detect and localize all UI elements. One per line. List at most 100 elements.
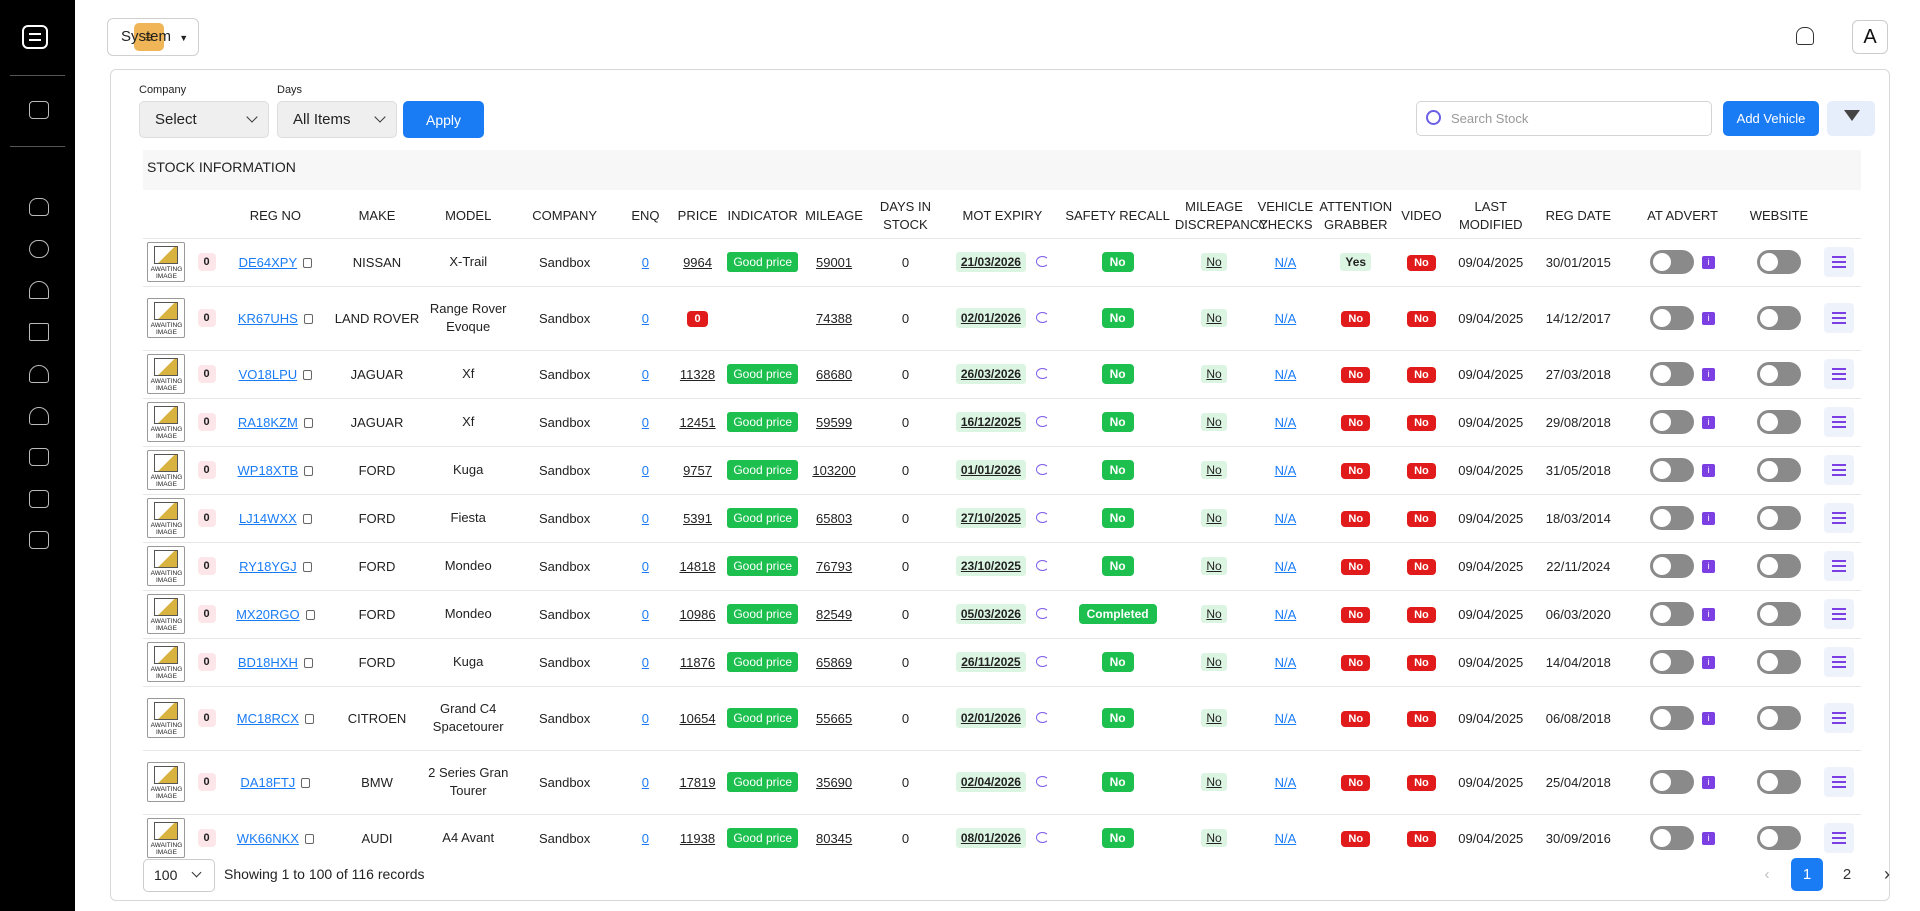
system-select[interactable]: System ▼ (107, 18, 199, 56)
website-toggle[interactable] (1756, 362, 1801, 386)
at-advert-toggle[interactable] (1650, 826, 1695, 850)
enq-link[interactable]: 0 (642, 367, 649, 382)
video-badge[interactable]: No (1407, 366, 1436, 383)
enq-link[interactable]: 0 (642, 655, 649, 670)
reg-link[interactable]: WK66NKX (237, 831, 299, 846)
price[interactable]: 10654 (679, 711, 715, 726)
mileage-discrepancy-badge[interactable]: No (1201, 461, 1227, 479)
awaiting-image[interactable]: AWAITING IMAGE (147, 242, 186, 282)
mot-expiry[interactable]: 26/03/2026 (955, 364, 1026, 384)
price[interactable]: 9964 (683, 255, 712, 270)
at-advert-toggle[interactable] (1650, 506, 1695, 530)
mileage[interactable]: 55665 (816, 711, 852, 726)
refresh-icon[interactable] (1035, 712, 1049, 723)
website-toggle[interactable] (1756, 826, 1801, 850)
enq-link[interactable]: 0 (642, 711, 649, 726)
copy-icon[interactable] (304, 713, 314, 724)
attention-grabber-badge[interactable]: No (1341, 558, 1371, 575)
reg-link[interactable]: RA18KZM (238, 415, 298, 430)
reg-link[interactable]: RY18YGJ (239, 559, 297, 574)
chevron-left-icon[interactable]: ‹ (1751, 858, 1783, 891)
mot-expiry[interactable]: 05/03/2026 (955, 604, 1026, 624)
reg-link[interactable]: WP18XTB (238, 463, 299, 478)
mileage[interactable]: 76793 (816, 559, 852, 574)
refresh-icon[interactable] (1035, 608, 1049, 619)
mileage-discrepancy-badge[interactable]: No (1201, 605, 1227, 623)
mileage[interactable]: 74388 (816, 311, 852, 326)
app-logo-icon[interactable] (22, 25, 48, 49)
chevron-right-icon[interactable]: › (1871, 858, 1903, 891)
dashboard-icon[interactable] (29, 101, 49, 119)
attention-grabber-badge[interactable]: No (1341, 310, 1371, 327)
vehicle-checks-link[interactable]: N/A (1275, 511, 1297, 526)
website-toggle[interactable] (1756, 770, 1801, 794)
row-actions-list-icon[interactable] (1824, 303, 1855, 333)
user-settings-icon[interactable] (29, 365, 49, 383)
users-icon[interactable] (29, 281, 49, 299)
copy-icon[interactable] (304, 833, 314, 844)
price[interactable]: 9757 (683, 463, 712, 478)
info-icon[interactable]: i (1702, 255, 1716, 269)
attention-grabber-badge[interactable]: No (1341, 462, 1371, 479)
awaiting-image[interactable]: AWAITING IMAGE (147, 402, 186, 442)
mileage[interactable]: 59599 (816, 415, 852, 430)
enq-link[interactable]: 0 (642, 607, 649, 622)
refresh-icon[interactable] (1035, 256, 1049, 267)
price[interactable]: 12451 (679, 415, 715, 430)
reg-link[interactable]: BD18HXH (238, 655, 298, 670)
video-badge[interactable]: No (1407, 606, 1436, 623)
row-actions-list-icon[interactable] (1824, 359, 1855, 389)
row-actions-list-icon[interactable] (1824, 503, 1855, 533)
reg-link[interactable]: KR67UHS (238, 311, 298, 326)
awaiting-image[interactable]: AWAITING IMAGE (147, 450, 186, 490)
refresh-icon[interactable] (1035, 312, 1049, 323)
copy-icon[interactable] (303, 313, 313, 324)
mot-expiry[interactable]: 16/12/2025 (955, 412, 1026, 432)
car-icon[interactable] (29, 198, 49, 216)
enq-link[interactable]: 0 (642, 831, 649, 846)
awaiting-image[interactable]: AWAITING IMAGE (147, 298, 186, 338)
website-toggle[interactable] (1756, 506, 1801, 530)
copy-icon[interactable] (302, 513, 312, 524)
notification-bell-icon[interactable] (1796, 27, 1814, 45)
page-button-2[interactable]: 2 (1831, 858, 1863, 891)
awaiting-image[interactable]: AWAITING IMAGE (147, 762, 186, 802)
row-actions-list-icon[interactable] (1824, 407, 1855, 437)
at-advert-toggle[interactable] (1650, 306, 1695, 330)
info-icon[interactable]: i (1702, 559, 1716, 573)
vehicle-checks-link[interactable]: N/A (1275, 655, 1297, 670)
mot-expiry[interactable]: 26/11/2025 (956, 652, 1026, 672)
vehicle-checks-link[interactable]: N/A (1275, 775, 1297, 790)
vehicle-checks-link[interactable]: N/A (1275, 255, 1297, 270)
mileage-discrepancy-badge[interactable]: No (1201, 653, 1227, 671)
copy-icon[interactable] (303, 257, 313, 268)
website-toggle[interactable] (1756, 554, 1801, 578)
price[interactable]: 11876 (680, 655, 715, 670)
video-badge[interactable]: No (1407, 710, 1436, 727)
copy-icon[interactable] (303, 657, 313, 668)
row-actions-list-icon[interactable] (1824, 247, 1855, 277)
info-icon[interactable]: i (1702, 711, 1716, 725)
vehicle-checks-link[interactable]: N/A (1275, 367, 1297, 382)
video-badge[interactable]: No (1407, 558, 1436, 575)
video-badge[interactable]: No (1407, 310, 1436, 327)
website-toggle[interactable] (1756, 650, 1801, 674)
video-badge[interactable]: No (1407, 254, 1436, 271)
video-badge[interactable]: No (1407, 414, 1436, 431)
price[interactable]: 17819 (679, 775, 715, 790)
copy-icon[interactable] (301, 777, 311, 788)
refresh-icon[interactable] (1035, 512, 1049, 523)
vehicle-checks-link[interactable]: N/A (1275, 415, 1297, 430)
mot-expiry[interactable]: 21/03/2026 (955, 252, 1026, 272)
info-icon[interactable]: i (1702, 311, 1716, 325)
mileage-discrepancy-badge[interactable]: No (1201, 309, 1227, 327)
filter-button[interactable] (1827, 101, 1875, 136)
stock-table-container[interactable]: REG NO MAKE MODEL COMPANY ENQ PRICE INDICATOR M… (143, 194, 1861, 859)
row-actions-list-icon[interactable] (1824, 551, 1855, 581)
awaiting-image[interactable]: AWAITING IMAGE (147, 642, 186, 682)
video-badge[interactable]: No (1407, 654, 1436, 671)
building-icon[interactable] (29, 323, 49, 341)
website-toggle[interactable] (1756, 458, 1801, 482)
mileage[interactable]: 82549 (816, 607, 852, 622)
mileage[interactable]: 65869 (816, 655, 852, 670)
